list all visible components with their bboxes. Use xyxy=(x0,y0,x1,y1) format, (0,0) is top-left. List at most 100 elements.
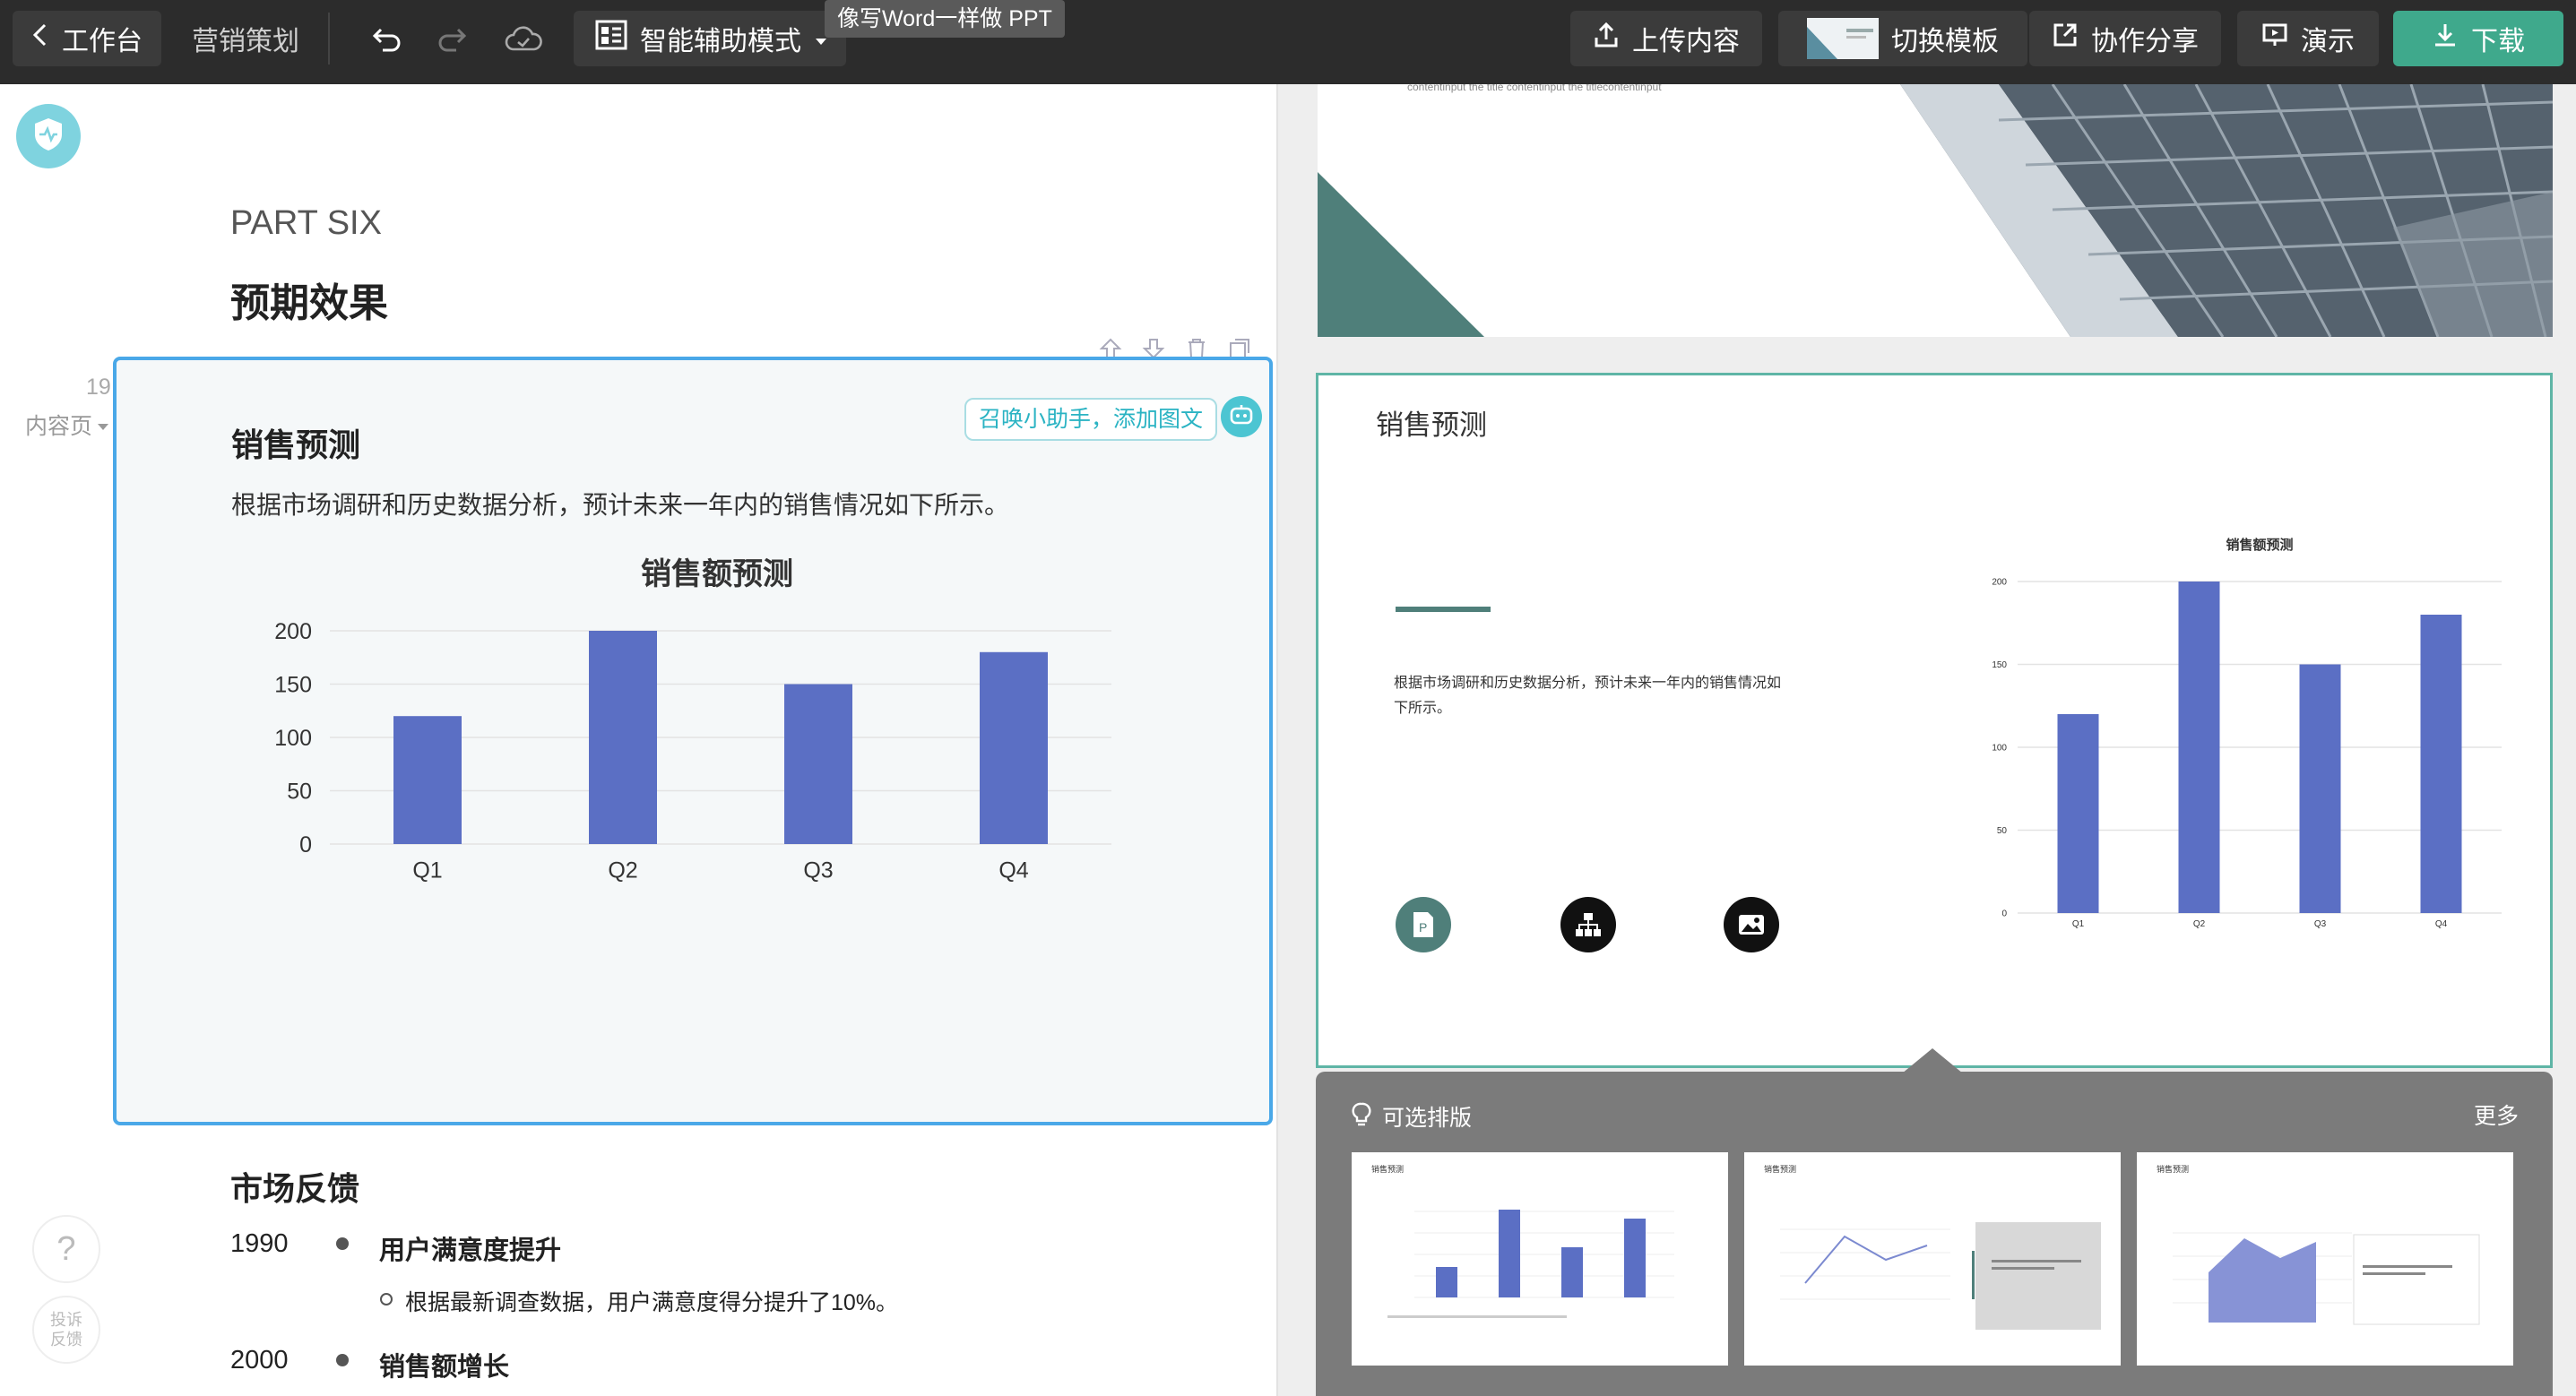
help-button[interactable]: ? xyxy=(32,1215,100,1283)
present-button[interactable]: 演示 xyxy=(2237,11,2379,66)
complaint-label-line2: 反馈 xyxy=(50,1331,82,1349)
layout-options-panel: 可选排版 更多 销售预测 销售预测 销售预测 xyxy=(1316,1072,2553,1396)
slide-accent-bar xyxy=(1396,607,1491,612)
x-tick-label: Q3 xyxy=(2314,919,2327,929)
complaint-label-line1: 投诉 xyxy=(50,1311,82,1329)
upload-icon xyxy=(1593,22,1620,56)
layout-option[interactable]: 销售预测 xyxy=(2137,1152,2513,1366)
x-tick-label: Q4 xyxy=(998,858,1028,883)
line-layout-thumbnail xyxy=(1780,1222,2101,1330)
assistant-hint[interactable]: 召唤小助手，添加图文 xyxy=(964,398,1218,441)
back-label: 工作台 xyxy=(62,27,143,56)
doc-title[interactable]: 营销策划 xyxy=(192,11,299,66)
timeline-item-title[interactable]: 销售额增长 xyxy=(379,1346,509,1383)
download-button[interactable]: 下载 xyxy=(2393,11,2563,66)
feedback-title[interactable]: 市场反馈 xyxy=(230,1163,359,1210)
bar-layout-thumbnail xyxy=(1387,1210,1674,1318)
x-tick-label: Q2 xyxy=(2193,919,2206,929)
timeline-item-detail[interactable]: 根据最新调查数据，用户满意度得分提升了10%。 xyxy=(405,1285,898,1317)
timeline-dot xyxy=(336,1237,349,1250)
x-tick-label: Q4 xyxy=(2435,919,2448,929)
complaint-feedback-button[interactable]: 投诉 反馈 xyxy=(32,1296,100,1364)
current-slide-preview[interactable]: 销售预测 根据市场调研和历史数据分析，预计未来一年内的销售情况如下所示。 P 销… xyxy=(1316,373,2553,1068)
image-icon xyxy=(1724,897,1779,952)
redo-icon[interactable] xyxy=(432,20,471,59)
chevron-left-icon xyxy=(31,22,49,55)
y-tick-label: 200 xyxy=(274,619,312,644)
page-type-label: 内容页 xyxy=(25,414,93,439)
timeline-dot xyxy=(336,1354,349,1366)
share-button[interactable]: 协作分享 xyxy=(2029,11,2221,66)
bar-Q1 xyxy=(393,716,462,844)
mode-selector[interactable]: 智能辅助模式 xyxy=(574,11,846,66)
bar-Q1 xyxy=(2057,714,2099,913)
sales-forecast-chart[interactable]: 销售额预测 0 50 100 150 200 Q1 Q2 Q3 Q4 xyxy=(117,557,1276,1023)
y-tick-label: 150 xyxy=(1992,660,2007,670)
undo-icon[interactable] xyxy=(367,20,407,59)
chart-title: 销售额预测 xyxy=(2226,537,2293,553)
area-layout-thumbnail xyxy=(2173,1232,2480,1325)
x-tick-label: Q1 xyxy=(412,858,442,883)
upload-label: 上传内容 xyxy=(1632,27,1740,56)
org-chart-icon xyxy=(1560,897,1616,952)
assistant-button[interactable] xyxy=(1221,396,1262,437)
switch-template-button[interactable]: 切换模板 xyxy=(1778,11,2027,66)
bar-Q4 xyxy=(2420,615,2462,913)
shield-icon xyxy=(32,116,65,157)
bar-Q2 xyxy=(589,631,657,844)
layout-panel-title: 可选排版 xyxy=(1382,1106,1473,1131)
y-tick-label: 50 xyxy=(287,779,312,804)
present-label: 演示 xyxy=(2301,27,2355,56)
card-title[interactable]: 销售预测 xyxy=(231,419,360,466)
mode-label: 智能辅助模式 xyxy=(640,27,801,56)
robot-icon xyxy=(1229,403,1254,431)
timeline-year[interactable]: 1990 xyxy=(230,1229,289,1259)
svg-text:P: P xyxy=(1419,920,1427,935)
page-type-selector[interactable]: 内容页 xyxy=(25,409,110,441)
chart-title: 销售额预测 xyxy=(641,557,793,591)
layout-template-icon xyxy=(595,20,627,57)
selected-content-card[interactable]: 销售预测 根据市场调研和历史数据分析，预计未来一年内的销售情况如下所示。 销售额… xyxy=(113,357,1273,1125)
part-label: PART SIX xyxy=(230,204,382,242)
present-icon xyxy=(2261,22,2288,56)
template-thumbnail-icon xyxy=(1807,18,1879,59)
layout-option[interactable]: 销售预测 xyxy=(1744,1152,2121,1366)
slide-sales-chart: 销售额预测 0 50 100 150 200 Q1 Q2 Q3 Q4 xyxy=(1992,537,2502,929)
card-description[interactable]: 根据市场调研和历史数据分析，预计未来一年内的销售情况如下所示。 xyxy=(231,486,1009,521)
x-tick-label: Q3 xyxy=(803,858,833,883)
timeline-item-title[interactable]: 用户满意度提升 xyxy=(379,1229,561,1267)
download-label: 下载 xyxy=(2471,27,2525,56)
bar-Q3 xyxy=(784,684,852,844)
share-label: 协作分享 xyxy=(2091,27,2199,56)
timeline-sub-bullet xyxy=(380,1293,393,1306)
x-tick-label: Q2 xyxy=(608,858,637,883)
more-layouts-link[interactable]: 更多 xyxy=(2474,1099,2519,1131)
cloud-sync-icon[interactable] xyxy=(504,20,543,59)
layout-option[interactable]: 销售预测 xyxy=(1352,1152,1728,1366)
y-tick-label: 0 xyxy=(299,832,312,857)
toolbar-divider xyxy=(328,13,330,65)
y-tick-label: 50 xyxy=(1997,826,2008,836)
y-tick-label: 150 xyxy=(274,672,312,697)
panel-notch xyxy=(1902,1048,1963,1073)
bar-Q2 xyxy=(2178,582,2220,913)
building-photo xyxy=(1318,84,2553,337)
caret-down-icon xyxy=(96,412,110,438)
bar-Q4 xyxy=(980,651,1048,844)
switch-template-label: 切换模板 xyxy=(1891,27,1999,56)
shield-badge[interactable] xyxy=(16,104,81,168)
previous-slide-preview[interactable]: contentinput the title contentinput the … xyxy=(1318,84,2553,337)
lightbulb-icon xyxy=(1352,1102,1371,1132)
section-title[interactable]: 预期效果 xyxy=(230,271,388,328)
timeline-year[interactable]: 2000 xyxy=(230,1346,289,1375)
download-icon xyxy=(2432,22,2459,56)
layout-panel-header: 可选排版 xyxy=(1352,1100,1472,1133)
x-tick-label: Q1 xyxy=(2072,919,2085,929)
upload-content-button[interactable]: 上传内容 xyxy=(1570,11,1762,66)
share-icon xyxy=(2052,22,2079,56)
back-button[interactable]: 工作台 xyxy=(13,11,161,66)
slide-description: 根据市场调研和历史数据分析，预计未来一年内的销售情况如下所示。 xyxy=(1394,676,1782,716)
y-tick-label: 200 xyxy=(1992,578,2007,588)
page-number: 19 xyxy=(86,375,111,400)
document-p-icon: P xyxy=(1396,897,1451,952)
